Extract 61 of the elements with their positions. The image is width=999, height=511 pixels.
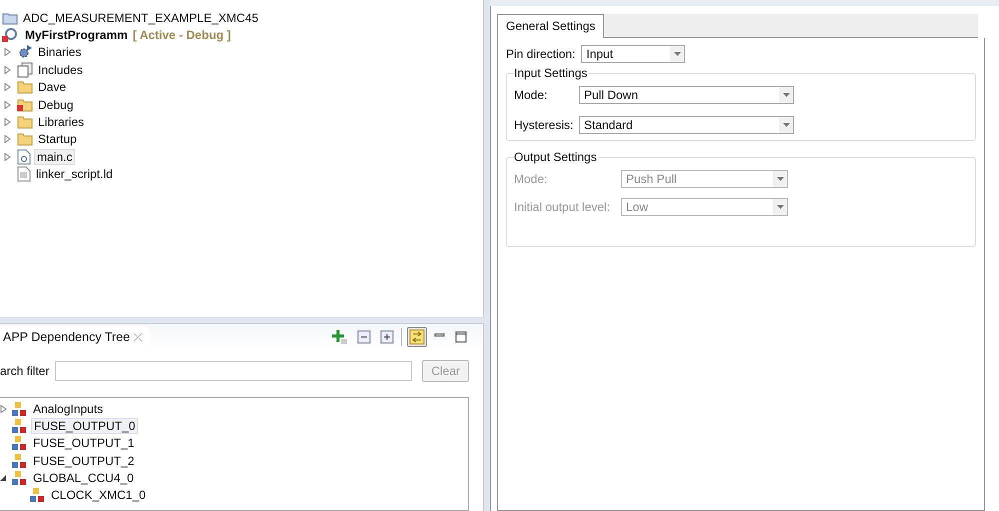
dropdown[interactable]: Pull Down: [579, 86, 794, 104]
dropdown[interactable]: Input: [581, 45, 686, 63]
collapse-all-icon[interactable]: [355, 328, 373, 346]
build-status: [ Active - Debug ]: [132, 28, 231, 42]
tree-item[interactable]: Startup: [36, 132, 79, 146]
expand-arrow-icon[interactable]: [4, 83, 11, 92]
filter-label: arch filter: [0, 364, 50, 378]
field-label: Initial output level:: [514, 200, 612, 214]
text-file-icon: [17, 166, 31, 182]
field-label: Hysteresis:: [514, 118, 574, 132]
project-icon: [2, 27, 20, 44]
folder-icon: [17, 132, 33, 146]
field-label: Mode:: [514, 172, 548, 186]
gear-icon: [17, 44, 33, 60]
folder-icon: [17, 98, 33, 112]
maximize-icon[interactable]: [453, 329, 469, 345]
collapse-arrow-icon[interactable]: [0, 474, 7, 482]
expand-arrow-icon[interactable]: [4, 100, 11, 109]
app-icon: [29, 487, 45, 504]
expand-arrow-icon[interactable]: [4, 66, 11, 74]
settings-tab[interactable]: General Settings: [497, 14, 604, 38]
tree-item[interactable]: CLOCK_XMC1_0: [49, 488, 148, 502]
field-label: Mode:: [514, 88, 548, 102]
app-icon: [11, 435, 27, 452]
tree-item[interactable]: Debug: [36, 98, 76, 112]
tree-item[interactable]: FUSE_OUTPUT_0: [31, 418, 138, 434]
expand-arrow-icon[interactable]: [4, 135, 11, 144]
add-icon[interactable]: [330, 327, 350, 347]
expand-arrow-icon[interactable]: [4, 118, 11, 126]
tree-item[interactable]: GLOBAL_CCU4_0: [31, 470, 136, 485]
tree-item[interactable]: linker_script.ld: [34, 167, 115, 182]
dropdown[interactable]: Standard: [579, 116, 794, 134]
c-file-icon: [17, 148, 31, 165]
tree-item[interactable]: FUSE_OUTPUT_1: [31, 436, 136, 450]
field-label: Pin direction:: [506, 47, 576, 61]
group-title: Input Settings: [514, 66, 590, 80]
expand-arrow-icon[interactable]: [4, 152, 11, 161]
app-icon: [11, 418, 27, 434]
folder-icon: [17, 115, 33, 130]
link-arrows-icon[interactable]: [407, 327, 427, 347]
expand-all-icon[interactable]: [378, 328, 396, 346]
group-title: Output Settings: [514, 150, 599, 164]
expand-arrow-icon[interactable]: [0, 404, 7, 413]
tree-item[interactable]: main.c: [34, 148, 76, 165]
app-icon: [11, 400, 27, 417]
folder-icon: [2, 10, 18, 25]
search-field[interactable]: [55, 361, 412, 381]
tree-item[interactable]: Dave: [36, 80, 68, 94]
tree-item[interactable]: MyFirstProgramm: [23, 28, 130, 42]
expand-arrow-icon[interactable]: [4, 48, 11, 56]
header-files-icon: [17, 62, 33, 78]
app-icon: [11, 452, 27, 469]
tree-item[interactable]: Binaries: [36, 45, 84, 60]
close-icon[interactable]: ⤫: [133, 332, 142, 344]
tree-item[interactable]: Includes: [36, 62, 85, 77]
app-icon: [11, 470, 27, 486]
tree-item[interactable]: AnalogInputs: [31, 402, 106, 416]
tree-item[interactable]: ADC_MEASUREMENT_EXAMPLE_XMC45: [21, 10, 260, 25]
folder-icon: [17, 80, 33, 94]
tree-item[interactable]: FUSE_OUTPUT_2: [31, 454, 136, 468]
tree-item[interactable]: Libraries: [36, 115, 86, 130]
